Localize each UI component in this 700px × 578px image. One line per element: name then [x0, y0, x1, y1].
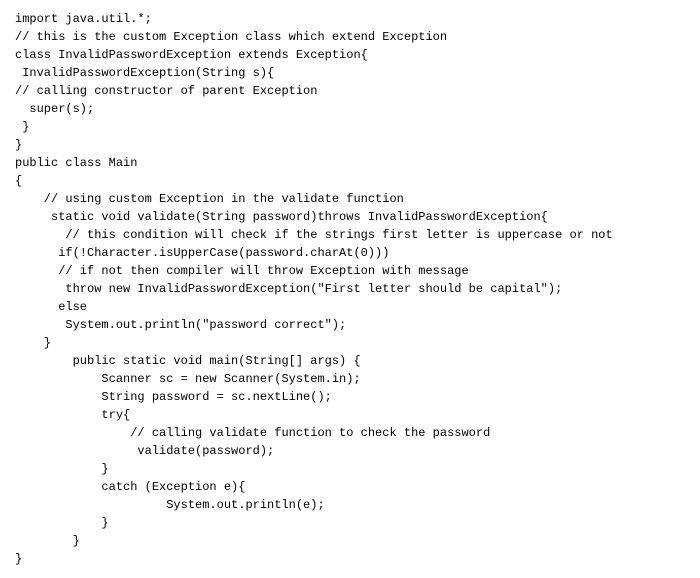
code-line: super(s);	[15, 100, 685, 118]
code-line: // this is the custom Exception class wh…	[15, 28, 685, 46]
code-line: catch (Exception e){	[15, 478, 685, 496]
code-line: else	[15, 298, 685, 316]
code-line: }	[15, 550, 685, 568]
code-line: // this condition will check if the stri…	[15, 226, 685, 244]
code-line: System.out.println("password correct");	[15, 316, 685, 334]
code-line: }	[15, 514, 685, 532]
code-line: try{	[15, 406, 685, 424]
code-line: validate(password);	[15, 442, 685, 460]
code-block: import java.util.*;// this is the custom…	[15, 10, 685, 568]
code-line: // if not then compiler will throw Excep…	[15, 262, 685, 280]
code-line: {	[15, 172, 685, 190]
code-line: class InvalidPasswordException extends E…	[15, 46, 685, 64]
code-line: }	[15, 118, 685, 136]
code-line: throw new InvalidPasswordException("Firs…	[15, 280, 685, 298]
code-line: }	[15, 532, 685, 550]
code-line: import java.util.*;	[15, 10, 685, 28]
code-line: }	[15, 460, 685, 478]
code-line: // calling validate function to check th…	[15, 424, 685, 442]
code-line: System.out.println(e);	[15, 496, 685, 514]
code-line: }	[15, 334, 685, 352]
code-line: if(!Character.isUpperCase(password.charA…	[15, 244, 685, 262]
code-line: static void validate(String password)thr…	[15, 208, 685, 226]
code-line: // using custom Exception in the validat…	[15, 190, 685, 208]
code-line: Scanner sc = new Scanner(System.in);	[15, 370, 685, 388]
code-line: public class Main	[15, 154, 685, 172]
code-line: }	[15, 136, 685, 154]
code-line: public static void main(String[] args) {	[15, 352, 685, 370]
code-line: InvalidPasswordException(String s){	[15, 64, 685, 82]
code-line: String password = sc.nextLine();	[15, 388, 685, 406]
code-line: // calling constructor of parent Excepti…	[15, 82, 685, 100]
